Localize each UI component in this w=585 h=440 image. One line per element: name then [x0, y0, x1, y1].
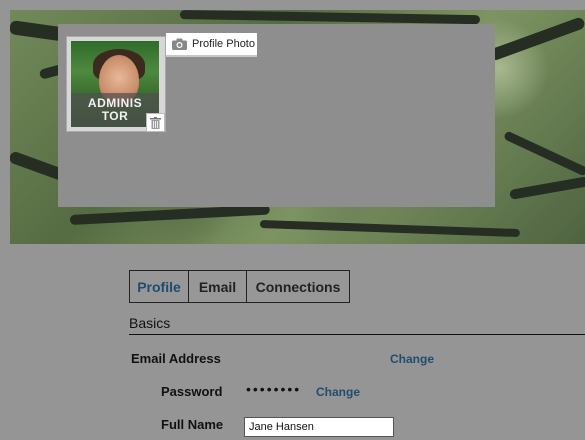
tab-profile[interactable]: Profile	[129, 270, 189, 303]
change-email-link[interactable]: Change	[390, 352, 434, 366]
password-label: Password	[161, 384, 223, 399]
profile-photo-label: Profile Photo	[192, 38, 255, 50]
trash-icon	[150, 116, 161, 129]
delete-photo-button[interactable]	[146, 113, 165, 132]
tab-email[interactable]: Email	[189, 270, 247, 303]
password-value: ••••••••	[246, 381, 302, 397]
profile-photo-button[interactable]: Profile Photo	[166, 33, 257, 57]
full-name-label: Full Name	[161, 417, 224, 432]
section-title-basics: Basics	[129, 315, 585, 335]
tab-connections[interactable]: Connections	[247, 270, 350, 303]
change-password-link[interactable]: Change	[316, 385, 360, 399]
full-name-input[interactable]	[244, 417, 394, 437]
camera-icon	[172, 38, 187, 50]
email-address-label: Email Address	[131, 351, 221, 366]
profile-tabs: Profile Email Connections	[129, 270, 350, 303]
